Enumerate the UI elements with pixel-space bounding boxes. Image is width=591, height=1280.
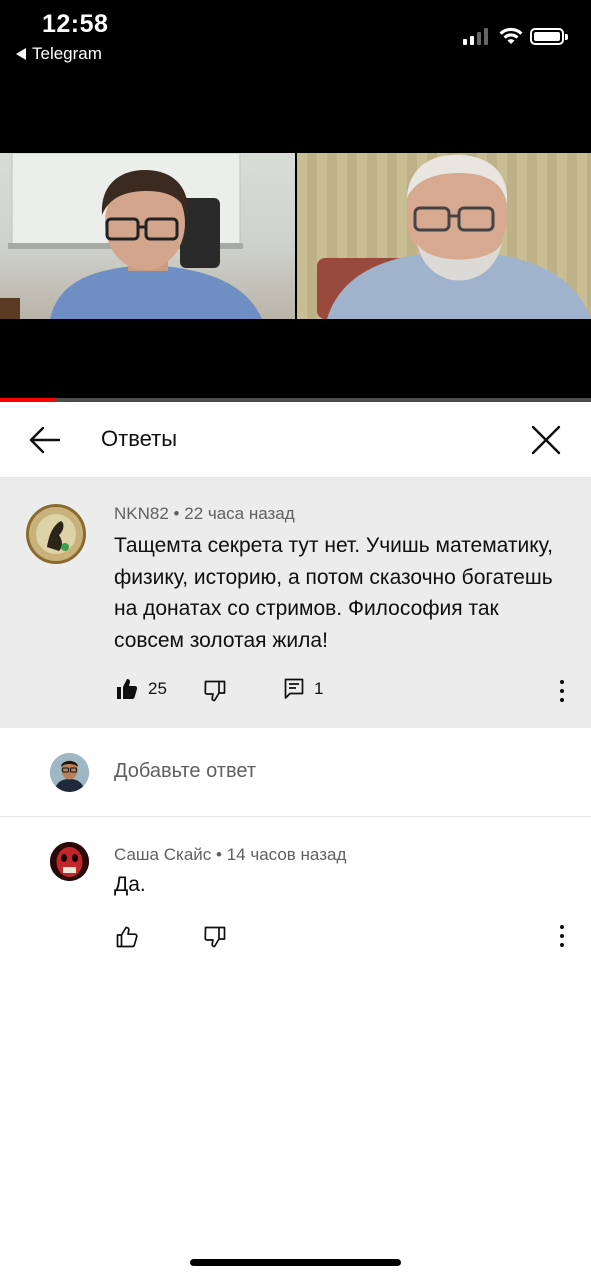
meta-separator: • bbox=[173, 504, 185, 523]
comment-author[interactable]: NKN82 bbox=[114, 504, 169, 523]
comment-meta: Саша Скайс • 14 часов назад bbox=[114, 845, 346, 865]
status-time: 12:58 bbox=[42, 10, 109, 38]
battery-icon bbox=[530, 28, 568, 45]
reply-count: 1 bbox=[314, 679, 324, 698]
comment-text: Тащемта секрета тут нет. Учишь математик… bbox=[114, 534, 553, 652]
more-vertical-icon[interactable] bbox=[559, 925, 565, 947]
back-triangle-icon bbox=[16, 48, 26, 60]
video-player[interactable] bbox=[0, 153, 591, 402]
video-participant-right bbox=[297, 153, 591, 319]
like-count: 25 bbox=[148, 679, 167, 698]
comment-time: 14 часов назад bbox=[226, 845, 347, 864]
video-participant-left bbox=[0, 153, 295, 319]
replies-header: Ответы bbox=[0, 402, 591, 478]
dislike-button[interactable] bbox=[204, 680, 226, 702]
back-to-app-link[interactable]: Telegram bbox=[16, 44, 102, 64]
wifi-icon bbox=[499, 27, 523, 44]
reply-input-placeholder[interactable]: Добавьте ответ bbox=[114, 760, 256, 783]
comment-icon bbox=[284, 678, 304, 699]
comment-meta: NKN82 • 22 часа назад bbox=[114, 504, 295, 524]
status-bar: 12:58 Telegram bbox=[0, 0, 591, 153]
dislike-button[interactable] bbox=[204, 926, 226, 948]
thumb-down-icon bbox=[204, 926, 226, 948]
back-app-label: Telegram bbox=[32, 44, 102, 63]
page-title: Ответы bbox=[101, 426, 178, 451]
comment-text: Да. bbox=[114, 873, 146, 896]
thumb-up-icon bbox=[117, 679, 138, 699]
avatar[interactable] bbox=[50, 842, 89, 881]
meta-separator: • bbox=[216, 845, 227, 864]
parent-comment: NKN82 • 22 часа назад Тащемта секрета ту… bbox=[0, 478, 591, 728]
arrow-left-icon[interactable] bbox=[28, 422, 62, 458]
more-vertical-icon[interactable] bbox=[559, 680, 565, 702]
add-reply-row[interactable]: Добавьте ответ bbox=[0, 728, 591, 817]
close-icon[interactable] bbox=[528, 422, 564, 458]
like-button[interactable]: 25 bbox=[116, 678, 167, 700]
avatar[interactable] bbox=[26, 504, 86, 564]
thumb-down-icon bbox=[204, 680, 226, 702]
thumb-up-icon bbox=[116, 926, 138, 948]
reply-count-button[interactable]: 1 bbox=[284, 678, 323, 700]
home-indicator[interactable] bbox=[190, 1259, 401, 1266]
comment-author[interactable]: Саша Скайс bbox=[114, 845, 211, 864]
comment-time: 22 часа назад bbox=[184, 504, 295, 523]
avatar bbox=[50, 753, 89, 792]
like-button[interactable] bbox=[116, 926, 138, 948]
cellular-signal-icon bbox=[463, 28, 488, 45]
